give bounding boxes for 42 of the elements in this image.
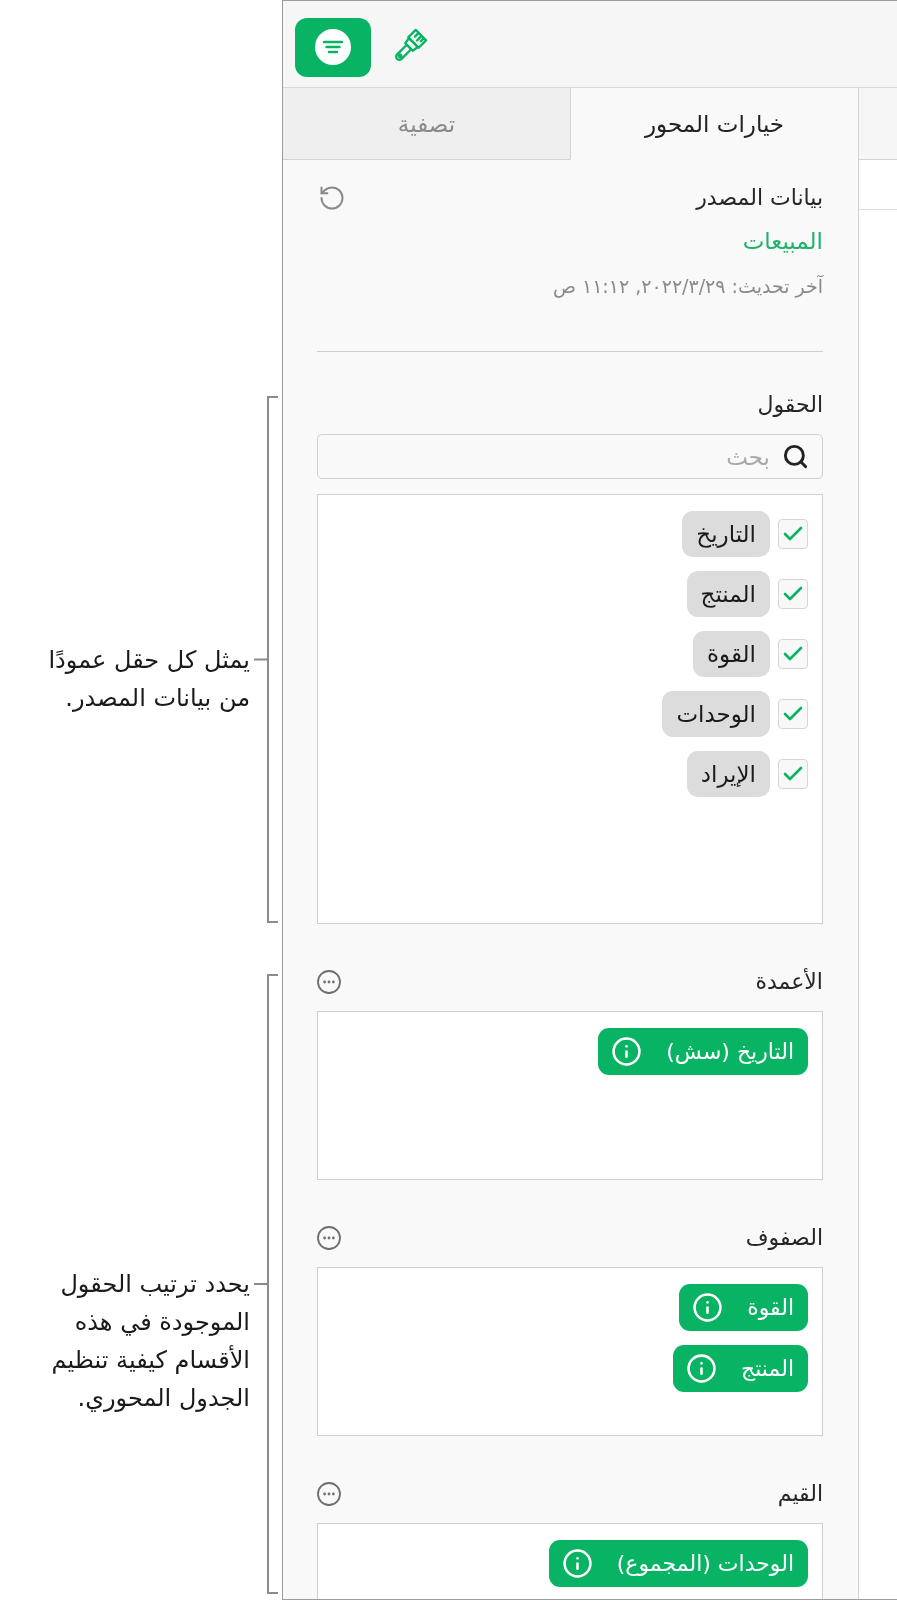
drop-area[interactable]: التاريخ (سش) [317,1011,823,1180]
field-token[interactable]: المنتج [673,1345,808,1392]
checkbox[interactable] [778,699,808,729]
field-token[interactable]: الوحدات [662,691,770,737]
more-button[interactable] [317,970,341,994]
tab[interactable]: تصفية [283,88,570,160]
rotate-arrow-icon [318,184,346,212]
callout-text: يحدد ترتيب الحقول الموجودة في هذه الأقسام كيفية تنظيم الجدول المحوري. [50,1269,250,1414]
field-token[interactable]: التاريخ (سش) [598,1028,808,1075]
filter-icon [315,29,351,65]
last-updated-text: آخر تحديث: ٢٠٢٢/٣/٢٩, ١١:١٢ ص [552,274,823,299]
checkbox[interactable] [778,639,808,669]
drop-area[interactable]: الوحدات (المجموع) [317,1523,823,1599]
section-heading: الصفوف [745,1224,823,1252]
more-button[interactable] [317,1226,341,1250]
field-token[interactable]: المنتج [686,571,770,617]
info-icon[interactable] [692,1292,724,1323]
field-token[interactable]: التاريخ [682,511,770,557]
more-button[interactable] [317,1482,341,1506]
checkbox[interactable] [778,759,808,789]
section-heading: الأعمدة [755,967,823,996]
info-icon[interactable] [686,1353,717,1384]
more-icon [317,1482,341,1506]
filter-button[interactable] [295,17,371,77]
field-token[interactable]: القوة [693,631,770,677]
section-heading: الحقول [757,391,823,419]
field-token[interactable]: القوة [679,1284,808,1331]
checkbox[interactable] [778,519,808,549]
more-icon [317,1226,341,1250]
info-icon[interactable] [561,1548,593,1579]
source-table-name[interactable]: المبيعات [742,226,823,256]
section-heading: القيم [777,1480,823,1509]
more-icon [317,970,341,994]
checkbox[interactable] [778,579,808,609]
field-token[interactable]: الإيراد [686,751,770,797]
field-token[interactable]: الوحدات (المجموع) [548,1540,808,1587]
info-icon[interactable] [611,1036,643,1067]
search-field[interactable]: بحث [317,434,823,479]
callout-text: يمثل كل حقل عمودًا من بيانات المصدر. [47,645,250,714]
section-heading: بيانات المصدر [696,184,823,212]
drop-area[interactable]: القوة المنتج [317,1267,823,1436]
search-icon [782,443,809,470]
